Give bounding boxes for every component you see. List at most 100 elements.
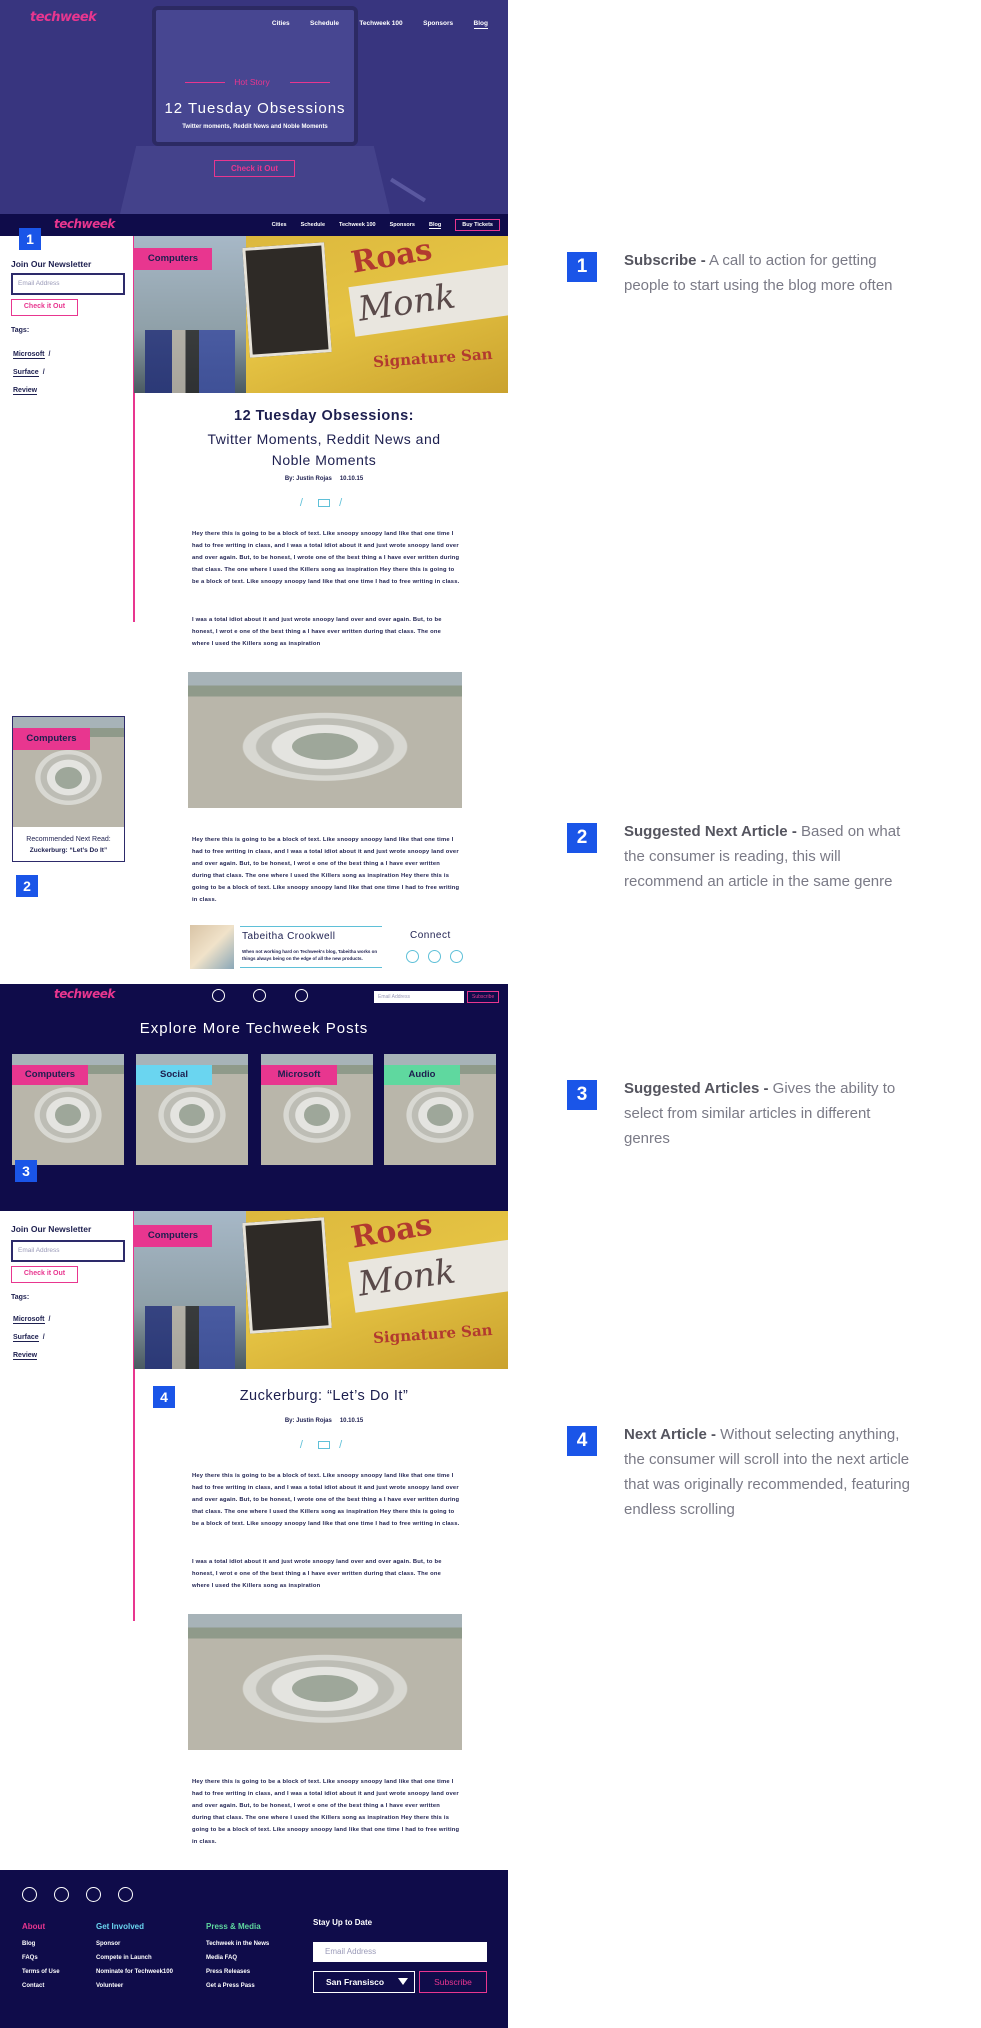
sticky-nav-sponsors[interactable]: Sponsors — [390, 222, 415, 228]
explore-card-social[interactable]: Social — [136, 1054, 248, 1165]
explore-card-audio[interactable]: Audio — [384, 1054, 496, 1165]
hero-logo[interactable]: techweek — [30, 10, 97, 25]
slash-divider: / — [299, 497, 309, 509]
hero-cta-button[interactable]: Check it Out — [214, 160, 295, 177]
recommended-card[interactable]: Computers Recommended Next Read: Zuckerb… — [12, 716, 125, 862]
explore-social-icon-2[interactable] — [253, 989, 266, 1002]
recommended-title[interactable]: Zuckerburg: “Let’s Do It” — [13, 847, 124, 854]
newsletter-email-input-2[interactable]: Email Address — [11, 1240, 125, 1262]
newsletter-email-input[interactable]: Email Address — [11, 273, 125, 295]
nav-techweek100[interactable]: Techweek 100 — [359, 20, 402, 27]
annotation-2-title: Suggested Next Article - — [624, 823, 797, 840]
photo-text-bottom: Signature San — [372, 344, 494, 372]
sticky-nav-cities[interactable]: Cities — [272, 222, 287, 228]
tag-microsoft[interactable]: Microsoft — [13, 1316, 45, 1324]
sticky-nav-schedule[interactable]: Schedule — [301, 222, 325, 228]
tag-surface[interactable]: Surface — [13, 1334, 39, 1342]
photo-text-top: Roas — [348, 1211, 435, 1256]
footer-link[interactable]: Techweek in the News — [206, 1937, 269, 1951]
author-name[interactable]: Tabeitha Crookwell — [242, 931, 336, 942]
annotation-1: Subscribe - A call to action for getting… — [624, 248, 914, 298]
footer-social-icon-1[interactable] — [22, 1887, 37, 1902]
tag-microsoft[interactable]: Microsoft — [13, 351, 45, 359]
tag-separator: / — [42, 1334, 45, 1341]
explore-social-icon-3[interactable] — [295, 989, 308, 1002]
footer-subscribe-button[interactable]: Subscribe — [419, 1971, 487, 1993]
newsletter-title: Join Our Newsletter — [11, 259, 92, 269]
explore-card-badge: Audio — [384, 1065, 460, 1085]
nav-schedule[interactable]: Schedule — [310, 20, 339, 27]
footer-link[interactable]: Terms of Use — [22, 1965, 60, 1979]
annotation-number-1: 1 — [567, 252, 597, 282]
footer-link[interactable]: Compete in Launch — [96, 1951, 173, 1965]
explore-card-computers[interactable]: Computers — [12, 1054, 124, 1165]
sticky-nav-blog[interactable]: Blog — [428, 222, 442, 229]
newsletter-submit-button[interactable]: Check it Out — [11, 299, 78, 316]
article2-author: By: Justin Rojas — [284, 1418, 332, 1424]
footer-link[interactable]: Sponsor — [96, 1937, 173, 1951]
article-aerial-image — [188, 672, 462, 808]
footer-col-about: About Blog FAQs Terms of Use Contact — [22, 1922, 60, 1993]
recommended-category-badge[interactable]: Computers — [13, 728, 90, 750]
nav-sponsors[interactable]: Sponsors — [423, 20, 453, 27]
slash-divider: / — [299, 1439, 309, 1451]
footer-city-select[interactable]: San Fransisco — [313, 1971, 415, 1993]
annotation-2: Suggested Next Article - Based on what t… — [624, 819, 914, 894]
explore-title: Explore More Techweek Posts — [139, 1020, 369, 1037]
footer-link[interactable]: Nominate for Techweek100 — [96, 1965, 173, 1979]
footer-social-icon-2[interactable] — [54, 1887, 69, 1902]
footer-social-icon-4[interactable] — [118, 1887, 133, 1902]
footer-link[interactable]: Media FAQ — [206, 1951, 269, 1965]
article2-paragraph-1: Hey there this is going to be a block of… — [192, 1473, 460, 1527]
author-bio: When not working hard on Techweek's blog… — [242, 949, 378, 961]
explore-subscribe-button[interactable]: Subscribe — [467, 991, 500, 1003]
footer-link[interactable]: Press Releases — [206, 1965, 269, 1979]
explore-card-microsoft[interactable]: Microsoft — [261, 1054, 373, 1165]
article2-paragraph-2: I was a total idiot about it and just wr… — [192, 1559, 442, 1589]
article2-aerial-image — [188, 1614, 462, 1750]
tag-surface[interactable]: Surface — [13, 369, 39, 377]
explore-social-icon-1[interactable] — [212, 989, 225, 1002]
article2-category-badge[interactable]: Computers — [134, 1225, 212, 1247]
buy-tickets-button[interactable]: Buy Tickets — [455, 219, 500, 231]
comment-icon[interactable] — [318, 499, 330, 508]
annotation-4-title: Next Article - — [624, 1426, 716, 1443]
article-category-badge[interactable]: Computers — [134, 248, 212, 270]
explore-logo[interactable]: techweek — [54, 987, 115, 1001]
sticky-nav-links: Cities Schedule Techweek 100 Sponsors Bl… — [258, 219, 500, 231]
footer-link[interactable]: Contact — [22, 1979, 60, 1993]
article2-paragraph-3: Hey there this is going to be a block of… — [192, 1779, 460, 1845]
footer-city-value: San Fransisco — [326, 1977, 385, 1987]
nav-cities[interactable]: Cities — [272, 20, 290, 27]
social-icon-2[interactable] — [428, 950, 441, 963]
author-info: Tabeitha Crookwell When not working hard… — [240, 926, 382, 968]
footer-link[interactable]: Blog — [22, 1937, 60, 1951]
comment-icon[interactable] — [318, 1441, 330, 1450]
footer-email-input[interactable]: Email Address — [313, 1942, 487, 1962]
hero-keyboard-image — [120, 146, 390, 214]
footer-stay-title: Stay Up to Date — [313, 1918, 373, 1927]
photo-text-top: Roas — [348, 236, 435, 281]
footer: About Blog FAQs Terms of Use Contact Get… — [0, 1870, 508, 2028]
annotation-badge-1: 1 — [19, 228, 41, 250]
nav-blog[interactable]: Blog — [473, 20, 488, 29]
hero-kicker-line-right — [290, 82, 330, 83]
sticky-logo[interactable]: techweek — [54, 217, 115, 231]
sticky-nav-techweek100[interactable]: Techweek 100 — [339, 222, 376, 228]
newsletter-submit-button-2[interactable]: Check it Out — [11, 1266, 78, 1283]
footer-link[interactable]: Get a Press Pass — [206, 1979, 269, 1993]
recommended-label: Recommended Next Read: — [26, 836, 111, 843]
footer-link[interactable]: Volunteer — [96, 1979, 173, 1993]
explore-email-input[interactable]: Email Address — [374, 991, 464, 1003]
article-byline: By: Justin Rojas 10.10.15 — [154, 476, 494, 482]
annotation-number-4: 4 — [567, 1426, 597, 1456]
social-icon-1[interactable] — [406, 950, 419, 963]
connect-label: Connect — [410, 930, 451, 941]
tag-review[interactable]: Review — [13, 1352, 38, 1360]
social-icon-3[interactable] — [450, 950, 463, 963]
footer-link[interactable]: FAQs — [22, 1951, 60, 1965]
tags-label: Tags: — [11, 327, 30, 334]
footer-social-icon-3[interactable] — [86, 1887, 101, 1902]
footer-col-get-involved: Get Involved Sponsor Compete in Launch N… — [96, 1922, 173, 1993]
tag-review[interactable]: Review — [13, 387, 38, 395]
